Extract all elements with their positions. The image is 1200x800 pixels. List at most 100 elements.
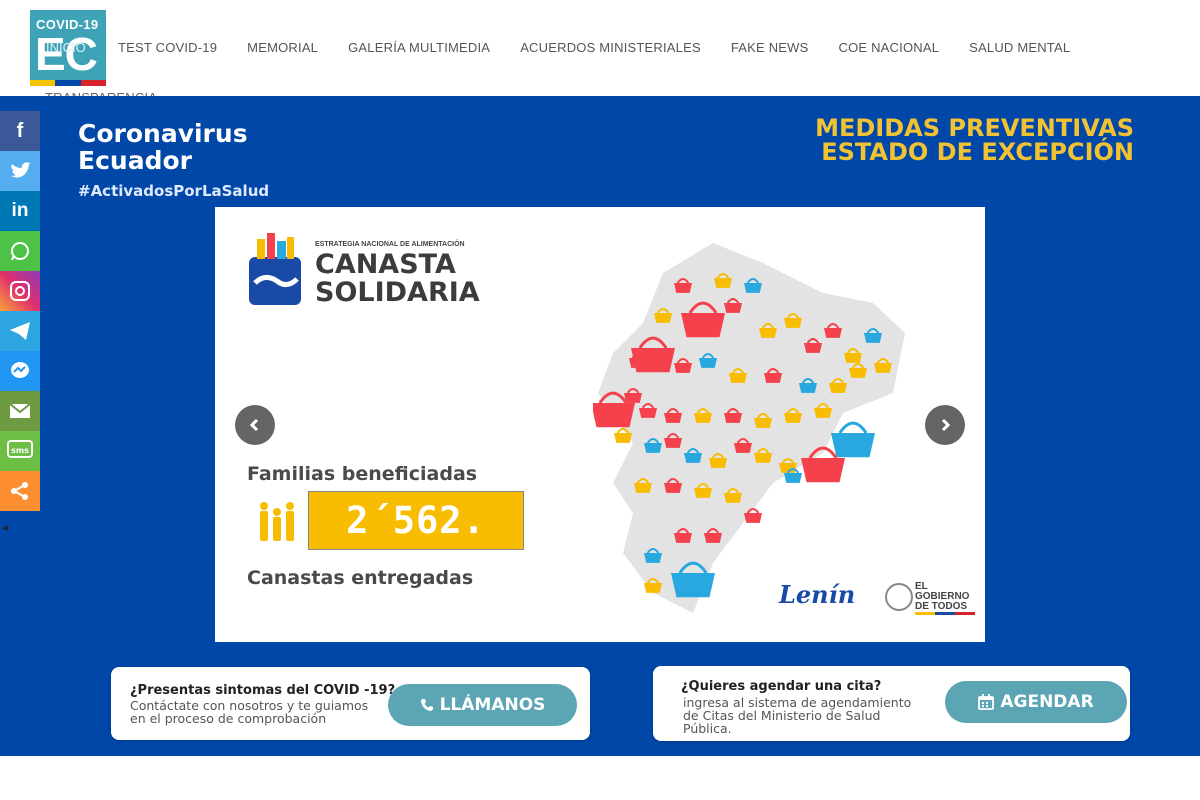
map-basket bbox=[849, 368, 867, 378]
carousel-next-button[interactable] bbox=[925, 405, 965, 445]
call-button-label: LLÁMANOS bbox=[439, 695, 546, 715]
slide-title: CANASTA SOLIDARIA bbox=[315, 249, 480, 308]
map-basket-handle bbox=[616, 427, 630, 434]
nav-item-coe-nacional[interactable]: COE NACIONAL bbox=[839, 40, 940, 55]
map-basket bbox=[754, 418, 772, 428]
map-basket bbox=[729, 373, 747, 383]
map-basket bbox=[634, 483, 652, 493]
map-basket bbox=[724, 303, 742, 313]
map-basket-handle bbox=[746, 507, 760, 514]
brand-hashtag: #ActivadosPorLaSalud bbox=[78, 182, 270, 200]
carousel-slide: ESTRATEGIA NACIONAL DE ALIMENTACIÓN CANA… bbox=[215, 207, 985, 642]
carousel-prev-button[interactable] bbox=[235, 405, 275, 445]
linkedin-share-button[interactable]: in bbox=[0, 191, 40, 231]
government-text: EL GOBIERNO DE TODOS bbox=[915, 581, 970, 612]
map-basket bbox=[593, 403, 635, 428]
ecuador-basket-map bbox=[593, 243, 905, 613]
map-basket bbox=[714, 278, 732, 288]
map-basket bbox=[804, 343, 822, 353]
map-basket bbox=[624, 393, 642, 403]
telegram-share-button[interactable] bbox=[0, 311, 40, 351]
messenger-icon bbox=[11, 362, 29, 378]
logo-flag-stripe bbox=[30, 80, 106, 86]
main-nav: TEST COVID-19 MEMORIAL GALERÍA MULTIMEDI… bbox=[118, 40, 1070, 55]
canasta-basket-icon bbox=[249, 233, 301, 305]
call-card: ¿Presentas sintomas del COVID -19? Contá… bbox=[111, 667, 590, 740]
map-basket bbox=[754, 453, 772, 463]
map-basket bbox=[644, 443, 662, 453]
whatsapp-share-button[interactable] bbox=[0, 231, 40, 271]
map-basket bbox=[644, 583, 662, 593]
schedule-button[interactable]: AGENDAR bbox=[945, 681, 1127, 723]
map-basket bbox=[694, 413, 712, 423]
map-basket bbox=[684, 453, 702, 463]
map-basket bbox=[664, 413, 682, 423]
map-basket bbox=[831, 433, 875, 458]
map-basket bbox=[674, 533, 692, 543]
map-basket bbox=[664, 438, 682, 448]
chevron-right-icon bbox=[941, 418, 951, 432]
map-basket bbox=[671, 573, 715, 598]
appointment-question: ¿Quieres agendar una cita? bbox=[681, 679, 882, 694]
map-basket bbox=[784, 318, 802, 328]
twitter-icon bbox=[11, 162, 31, 178]
map-basket bbox=[801, 458, 845, 483]
phone-icon bbox=[420, 699, 433, 711]
map-basket bbox=[694, 488, 712, 498]
more-share-button[interactable] bbox=[0, 471, 40, 511]
signature-lenin: Lenín bbox=[779, 580, 856, 609]
call-question: ¿Presentas sintomas del COVID -19? bbox=[130, 683, 396, 698]
telegram-icon bbox=[10, 322, 30, 340]
nav-item-fake-news[interactable]: FAKE NEWS bbox=[731, 40, 809, 55]
appointment-description: ingresa al sistema de agendamiento de Ci… bbox=[683, 695, 912, 736]
nav-item-salud-mental[interactable]: SALUD MENTAL bbox=[969, 40, 1070, 55]
map-basket bbox=[614, 433, 632, 443]
map-basket bbox=[654, 313, 672, 323]
call-button[interactable]: LLÁMANOS bbox=[388, 684, 577, 726]
email-share-button[interactable] bbox=[0, 391, 40, 431]
chevron-left-icon bbox=[249, 418, 259, 432]
twitter-share-button[interactable] bbox=[0, 151, 40, 191]
hide-share-bar-button[interactable]: ◂ bbox=[2, 521, 8, 534]
schedule-button-label: AGENDAR bbox=[1000, 692, 1094, 712]
facebook-share-button[interactable]: f bbox=[0, 111, 40, 151]
map-basket bbox=[724, 413, 742, 423]
instagram-icon bbox=[10, 281, 30, 301]
slide-subtitle: ESTRATEGIA NACIONAL DE ALIMENTACIÓN bbox=[315, 241, 465, 248]
map-basket bbox=[724, 493, 742, 503]
instagram-share-button[interactable] bbox=[0, 271, 40, 311]
nav-item-acuerdos[interactable]: ACUERDOS MINISTERIALES bbox=[520, 40, 701, 55]
map-basket bbox=[709, 458, 727, 468]
whatsapp-icon bbox=[11, 242, 29, 261]
map-basket bbox=[704, 533, 722, 543]
brand-title: Coronavirus Ecuador bbox=[78, 119, 248, 175]
email-icon bbox=[10, 404, 30, 418]
map-basket bbox=[734, 443, 752, 453]
nav-item-memorial[interactable]: MEMORIAL bbox=[247, 40, 318, 55]
map-basket bbox=[744, 513, 762, 523]
baskets-label: Canastas entregadas bbox=[247, 567, 474, 589]
nav-item-galeria[interactable]: GALERÍA MULTIMEDIA bbox=[348, 40, 490, 55]
share-icon bbox=[11, 482, 28, 500]
social-share-bar: f in sms bbox=[0, 111, 40, 511]
map-basket bbox=[674, 283, 692, 293]
hero-section: Coronavirus Ecuador #ActivadosPorLaSalud… bbox=[0, 96, 1200, 756]
map-basket bbox=[644, 553, 662, 563]
map-basket bbox=[631, 348, 675, 373]
calendar-icon bbox=[978, 694, 995, 710]
map-basket-handle bbox=[838, 421, 868, 434]
map-basket bbox=[864, 333, 882, 343]
families-label: Familias beneficiadas bbox=[247, 463, 478, 485]
map-basket bbox=[639, 408, 657, 418]
map-basket bbox=[784, 413, 802, 423]
facebook-icon: f bbox=[16, 119, 24, 142]
map-basket bbox=[759, 328, 777, 338]
map-basket bbox=[744, 283, 762, 293]
map-basket bbox=[674, 363, 692, 373]
nav-item-inicio[interactable]: INICIO bbox=[46, 40, 86, 55]
messenger-share-button[interactable] bbox=[0, 351, 40, 391]
families-count: 2´562. 416 bbox=[308, 491, 524, 600]
hero-title: MEDIDAS PREVENTIVAS ESTADO DE EXCEPCIÓN bbox=[815, 114, 1134, 166]
nav-item-test-covid[interactable]: TEST COVID-19 bbox=[118, 40, 217, 55]
sms-share-button[interactable]: sms bbox=[0, 431, 40, 471]
